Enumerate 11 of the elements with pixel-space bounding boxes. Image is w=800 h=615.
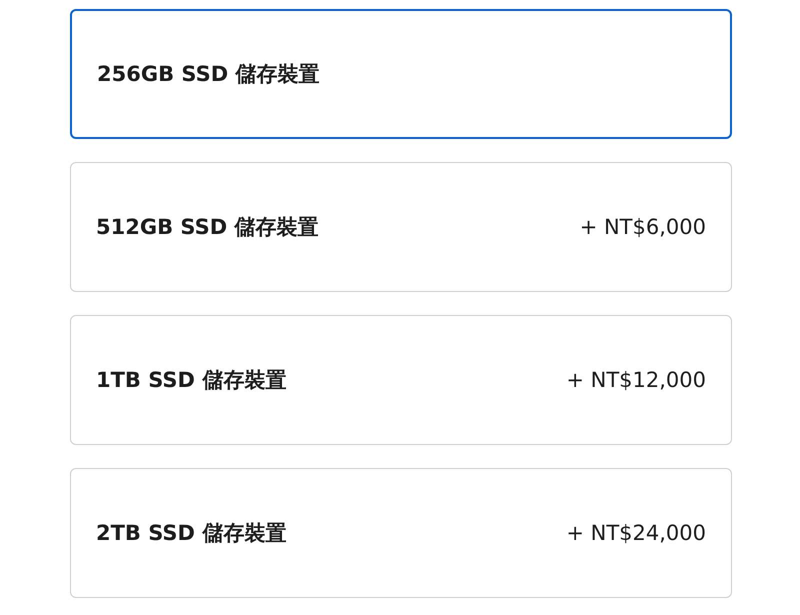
storage-option[interactable]: 1TB SSD 儲存裝置 + NT$12,000 bbox=[70, 315, 732, 445]
option-name: 512GB SSD 儲存裝置 bbox=[96, 214, 318, 241]
option-name: 2TB SSD 儲存裝置 bbox=[96, 520, 286, 547]
option-name: 1TB SSD 儲存裝置 bbox=[96, 367, 286, 394]
option-price: + NT$6,000 bbox=[580, 215, 706, 239]
option-name: 256GB SSD 儲存裝置 bbox=[97, 61, 320, 88]
option-price: + NT$24,000 bbox=[566, 521, 706, 545]
storage-option[interactable]: 256GB SSD 儲存裝置 bbox=[70, 9, 732, 139]
option-price: + NT$12,000 bbox=[566, 368, 706, 392]
storage-option[interactable]: 512GB SSD 儲存裝置 + NT$6,000 bbox=[70, 162, 732, 292]
storage-option[interactable]: 2TB SSD 儲存裝置 + NT$24,000 bbox=[70, 468, 732, 598]
